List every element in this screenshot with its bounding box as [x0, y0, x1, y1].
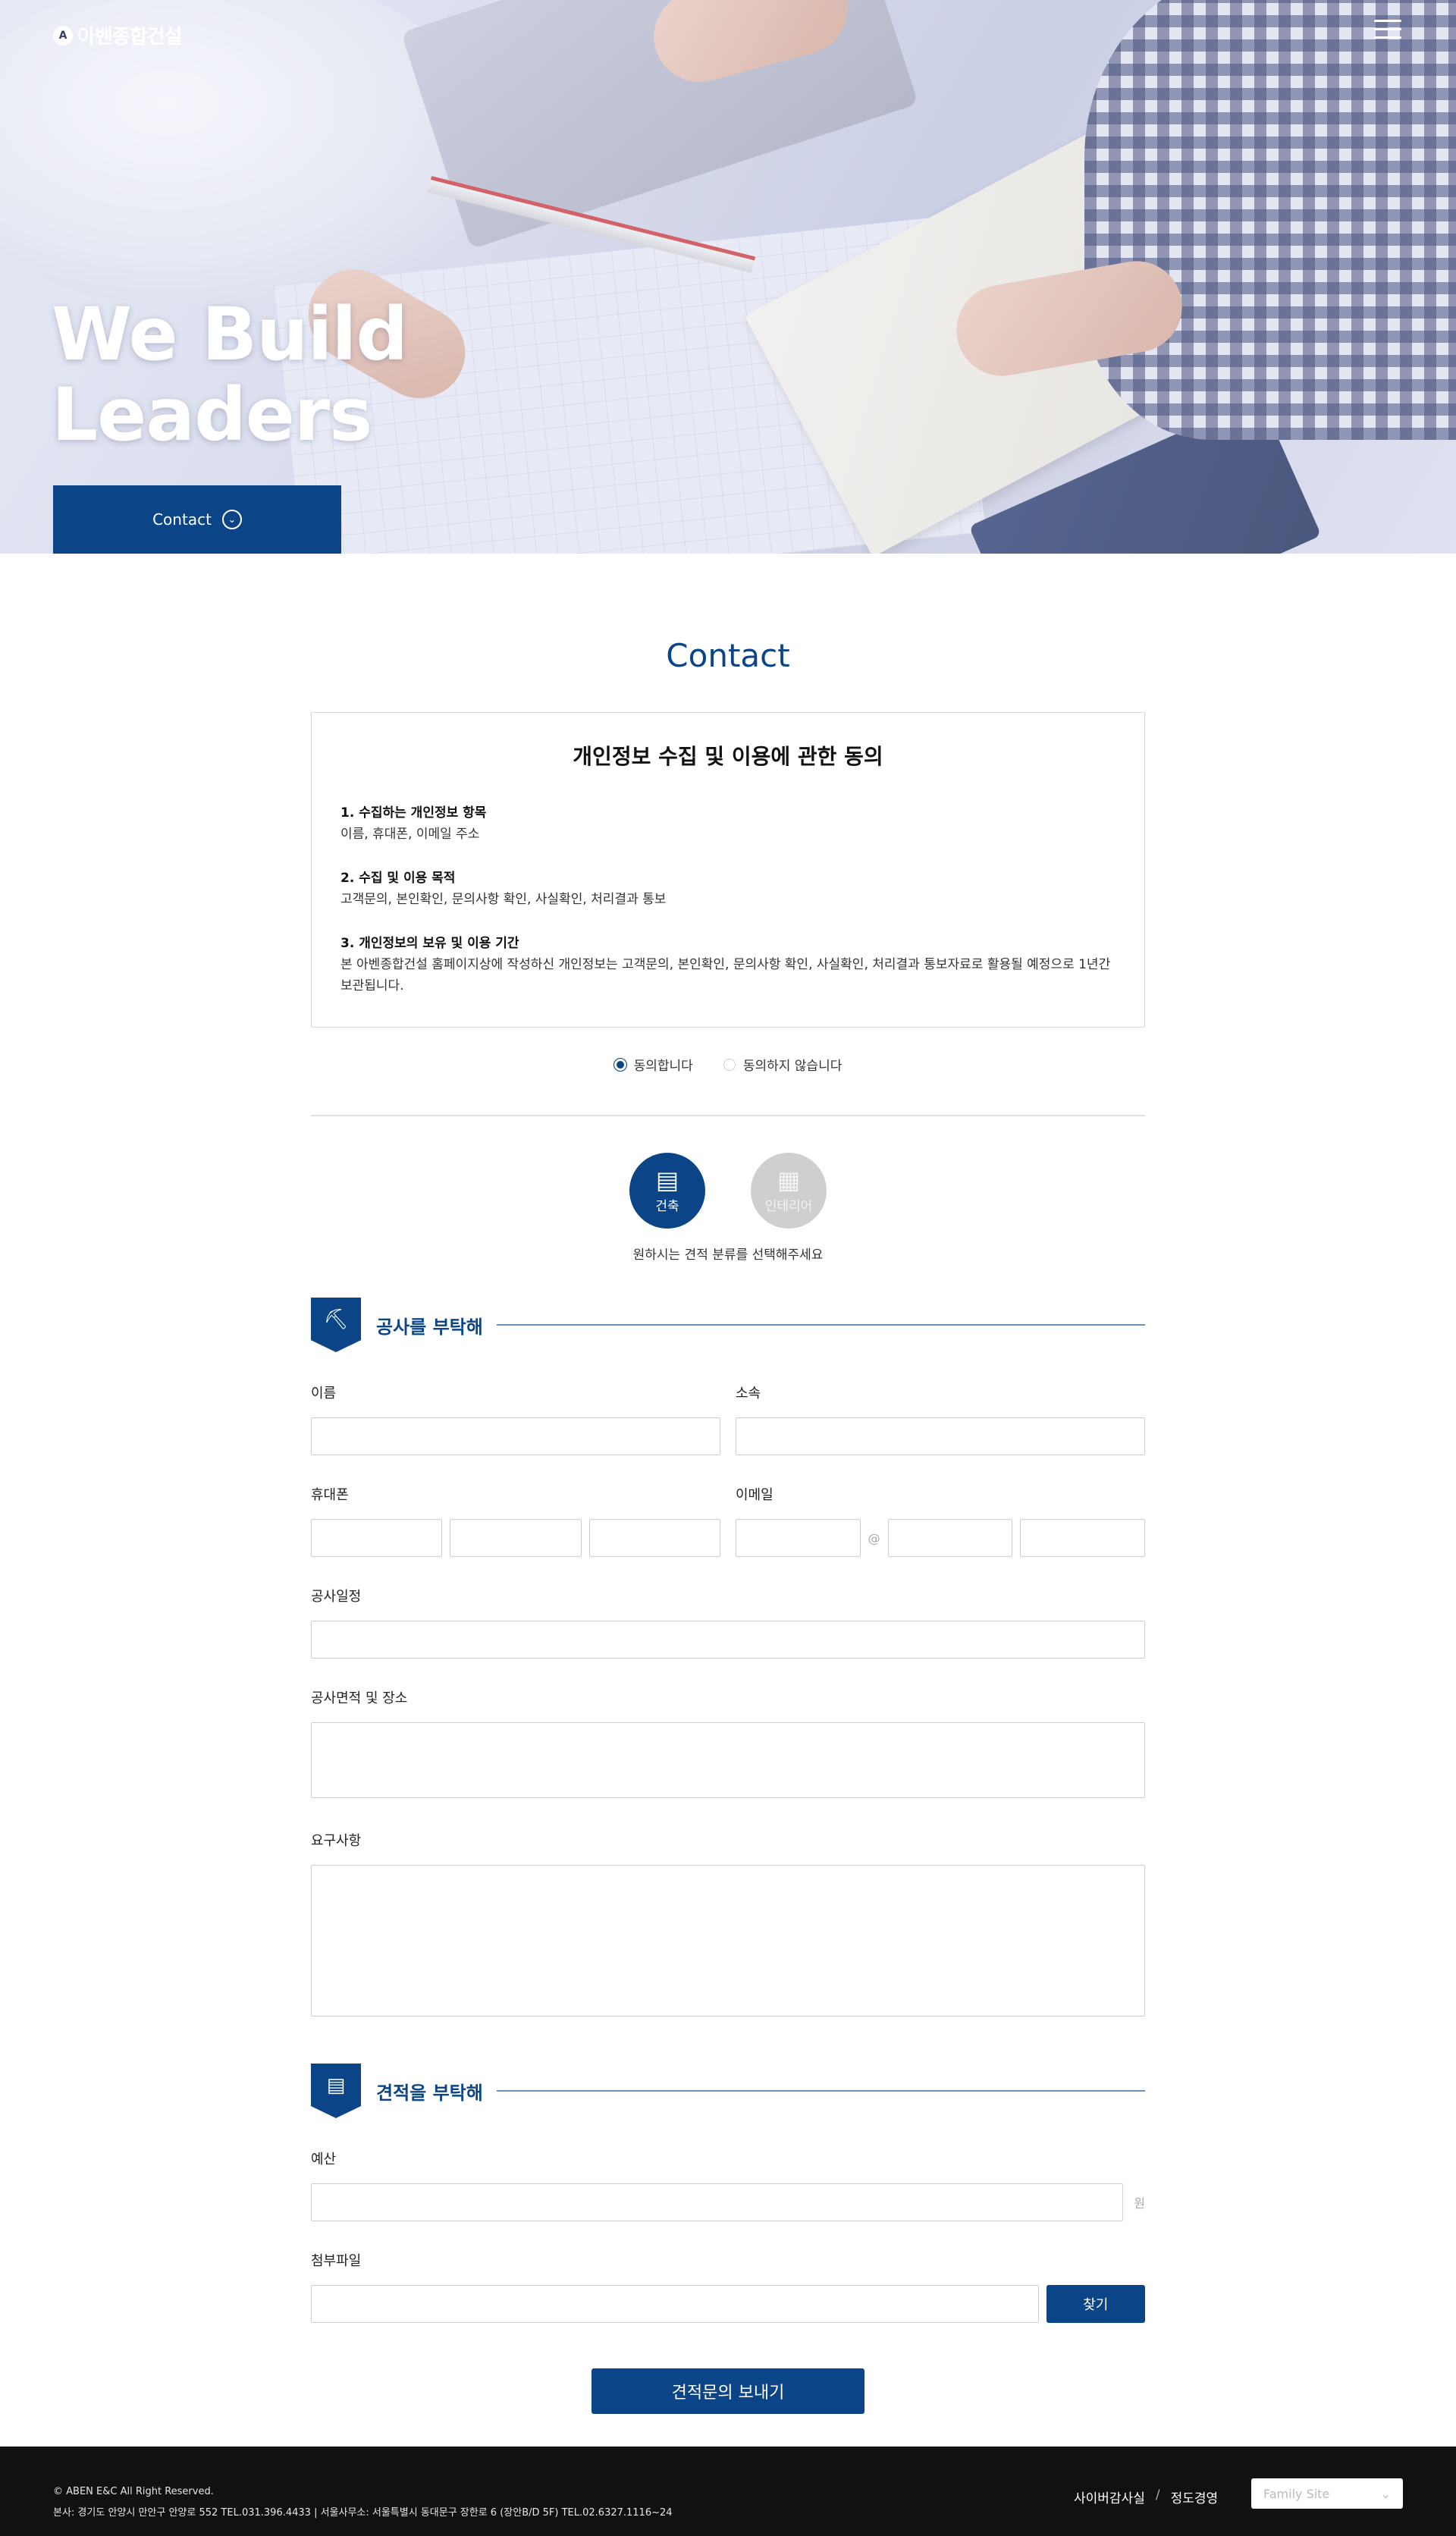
submit-estimate-button[interactable]: 견적문의 보내기 — [592, 2368, 864, 2414]
chevron-down-icon: ⌄ — [1380, 2486, 1391, 2501]
phone-input-1[interactable] — [311, 1519, 443, 1557]
hero-overlay — [0, 0, 1456, 554]
schedule-input[interactable] — [311, 1621, 1145, 1659]
email-domain-input[interactable] — [887, 1519, 1013, 1557]
ethics-management-link[interactable]: 정도경영 — [1171, 2487, 1219, 2506]
privacy-consent-box: 개인정보 수집 및 이용에 관한 동의 1. 수집하는 개인정보 항목 이름, … — [311, 712, 1145, 1028]
company-input[interactable] — [736, 1417, 1145, 1455]
budget-input[interactable] — [311, 2183, 1124, 2221]
email-at-sign: @ — [868, 1530, 880, 1546]
footer-link-separator: / — [1155, 2487, 1160, 2503]
category-label: 인테리어 — [764, 1198, 813, 1214]
interior-icon: ▦ — [777, 1165, 801, 1194]
hero-title: We Build Leaders — [52, 292, 408, 457]
site-footer: © ABEN E&C All Right Reserved. 본사: 경기도 안… — [0, 2447, 1456, 2536]
category-hint: 원하시는 견적 분류를 선택해주세요 — [632, 1248, 824, 1263]
name-field-group: 이름 — [311, 1383, 720, 1455]
category-label: 건축 — [655, 1198, 679, 1214]
family-site-label: Family Site — [1263, 2486, 1330, 2501]
privacy-item-heading: 2. 수집 및 이용 목적 — [340, 871, 456, 886]
hero-title-line1: We Build — [52, 292, 408, 377]
phone-label: 휴대폰 — [311, 1487, 349, 1503]
area-label: 공사면적 및 장소 — [311, 1690, 408, 1706]
agree-label: 동의합니다 — [633, 1059, 693, 1074]
agree-radio[interactable]: 동의합니다 — [613, 1055, 693, 1074]
request-textarea[interactable] — [311, 1865, 1145, 2017]
logo-mark-icon: A — [53, 25, 73, 46]
radio-unchecked-icon — [723, 1058, 736, 1071]
helmet-icon: ⛏ — [311, 1298, 361, 1352]
work-section-title: 공사를 부탁해 — [376, 1316, 483, 1338]
phone-email-row: 휴대폰 이메일 @ — [311, 1484, 1146, 1557]
file-field-group: 첨부파일 찾기 — [311, 2250, 1145, 2323]
email-label: 이메일 — [736, 1487, 774, 1503]
cyber-audit-link[interactable]: 사이버감사실 — [1074, 2487, 1145, 2506]
privacy-item: 2. 수집 및 이용 목적 고객문의, 본인확인, 문의사항 확인, 사실확인,… — [340, 868, 1116, 910]
company-field-group: 소속 — [736, 1383, 1145, 1455]
contact-form-section: Contact 개인정보 수집 및 이용에 관한 동의 1. 수집하는 개인정보… — [311, 637, 1146, 2414]
work-section-header: ⛏ 공사를 부탁해 — [311, 1298, 1145, 1352]
contact-button[interactable]: Contact ⌄ — [53, 485, 341, 554]
email-domain-select[interactable] — [1020, 1519, 1146, 1557]
file-path-input[interactable] — [311, 2285, 1039, 2323]
find-file-button[interactable]: 찾기 — [1046, 2285, 1145, 2323]
area-field-group: 공사면적 및 장소 — [311, 1687, 1145, 1801]
footer-links: 사이버감사실 / 정도경영 — [1074, 2487, 1218, 2506]
section-divider-line — [496, 2090, 1145, 2092]
footer-copyright: © ABEN E&C All Right Reserved. — [53, 2486, 214, 2497]
phone-input-3[interactable] — [588, 1519, 720, 1557]
hero-banner: A 아벤종합건설 We Build Leaders Contact ⌄ — [0, 0, 1456, 554]
email-field-group: 이메일 @ — [736, 1484, 1146, 1557]
privacy-item: 1. 수집하는 개인정보 항목 이름, 휴대폰, 이메일 주소 — [340, 802, 1116, 845]
phone-field-group: 휴대폰 — [311, 1484, 720, 1557]
chevron-down-icon: ⌄ — [221, 510, 242, 529]
name-label: 이름 — [311, 1386, 337, 1401]
file-label: 첨부파일 — [311, 2253, 362, 2269]
schedule-field-group: 공사일정 — [311, 1586, 1145, 1659]
divider — [311, 1115, 1145, 1116]
site-logo[interactable]: A 아벤종합건설 — [53, 21, 183, 49]
section-divider-line — [496, 1324, 1145, 1326]
privacy-item-heading: 1. 수집하는 개인정보 항목 — [340, 805, 487, 821]
estimate-section-title: 견적을 부탁해 — [376, 2082, 483, 2104]
submit-row: 견적문의 보내기 — [311, 2368, 1145, 2414]
hamburger-menu-icon[interactable] — [1374, 20, 1401, 41]
page-title: Contact — [666, 637, 790, 674]
privacy-title: 개인정보 수집 및 이용에 관한 동의 — [573, 744, 883, 769]
privacy-item-body: 이름, 휴대폰, 이메일 주소 — [340, 827, 480, 842]
contact-button-label: Contact — [152, 510, 212, 529]
logo-text: 아벤종합건설 — [77, 26, 183, 49]
request-label: 요구사항 — [311, 1833, 362, 1849]
estimate-section-header: ▤ 견적을 부탁해 — [311, 2064, 1145, 2118]
phone-input-2[interactable] — [450, 1519, 582, 1557]
company-label: 소속 — [736, 1386, 761, 1401]
family-site-select[interactable]: Family Site ⌄ — [1251, 2478, 1403, 2509]
building-crane-icon: ▤ — [655, 1165, 679, 1194]
privacy-item: 3. 개인정보의 보유 및 이용 기간 본 아벤종합건설 홈페이지상에 작성하신… — [340, 933, 1116, 997]
name-input[interactable] — [311, 1417, 720, 1455]
privacy-item-heading: 3. 개인정보의 보유 및 이용 기간 — [340, 936, 519, 951]
consent-radio-group: 동의합니다 동의하지 않습니다 — [311, 1055, 1145, 1074]
disagree-label: 동의하지 않습니다 — [742, 1059, 843, 1074]
footer-address: 본사: 경기도 안양시 만안구 안양로 552 TEL.031.396.4433… — [53, 2507, 673, 2519]
name-company-row: 이름 소속 — [311, 1383, 1145, 1455]
budget-label: 예산 — [311, 2152, 337, 2167]
privacy-item-body: 본 아벤종합건설 홈페이지상에 작성하신 개인정보는 고객문의, 본인확인, 문… — [340, 957, 1111, 993]
hero-title-line2: Leaders — [52, 372, 372, 457]
page: A 아벤종합건설 We Build Leaders Contact ⌄ Cont… — [0, 0, 1456, 2536]
email-id-input[interactable] — [736, 1519, 861, 1557]
category-selector: ▤ 건축 ▦ 인테리어 — [311, 1153, 1145, 1229]
budget-unit: 원 — [1134, 2196, 1145, 2211]
category-building-button[interactable]: ▤ 건축 — [629, 1153, 705, 1229]
document-icon: ▤ — [311, 2064, 361, 2118]
area-textarea[interactable] — [311, 1722, 1145, 1798]
radio-checked-icon — [613, 1057, 627, 1072]
privacy-item-body: 고객문의, 본인확인, 문의사항 확인, 사실확인, 처리결과 통보 — [340, 892, 667, 907]
disagree-radio[interactable]: 동의하지 않습니다 — [723, 1055, 843, 1074]
budget-field-group: 예산 원 — [311, 2148, 1145, 2221]
schedule-label: 공사일정 — [311, 1589, 362, 1605]
request-field-group: 요구사항 — [311, 1830, 1145, 2020]
category-interior-button[interactable]: ▦ 인테리어 — [751, 1153, 827, 1229]
